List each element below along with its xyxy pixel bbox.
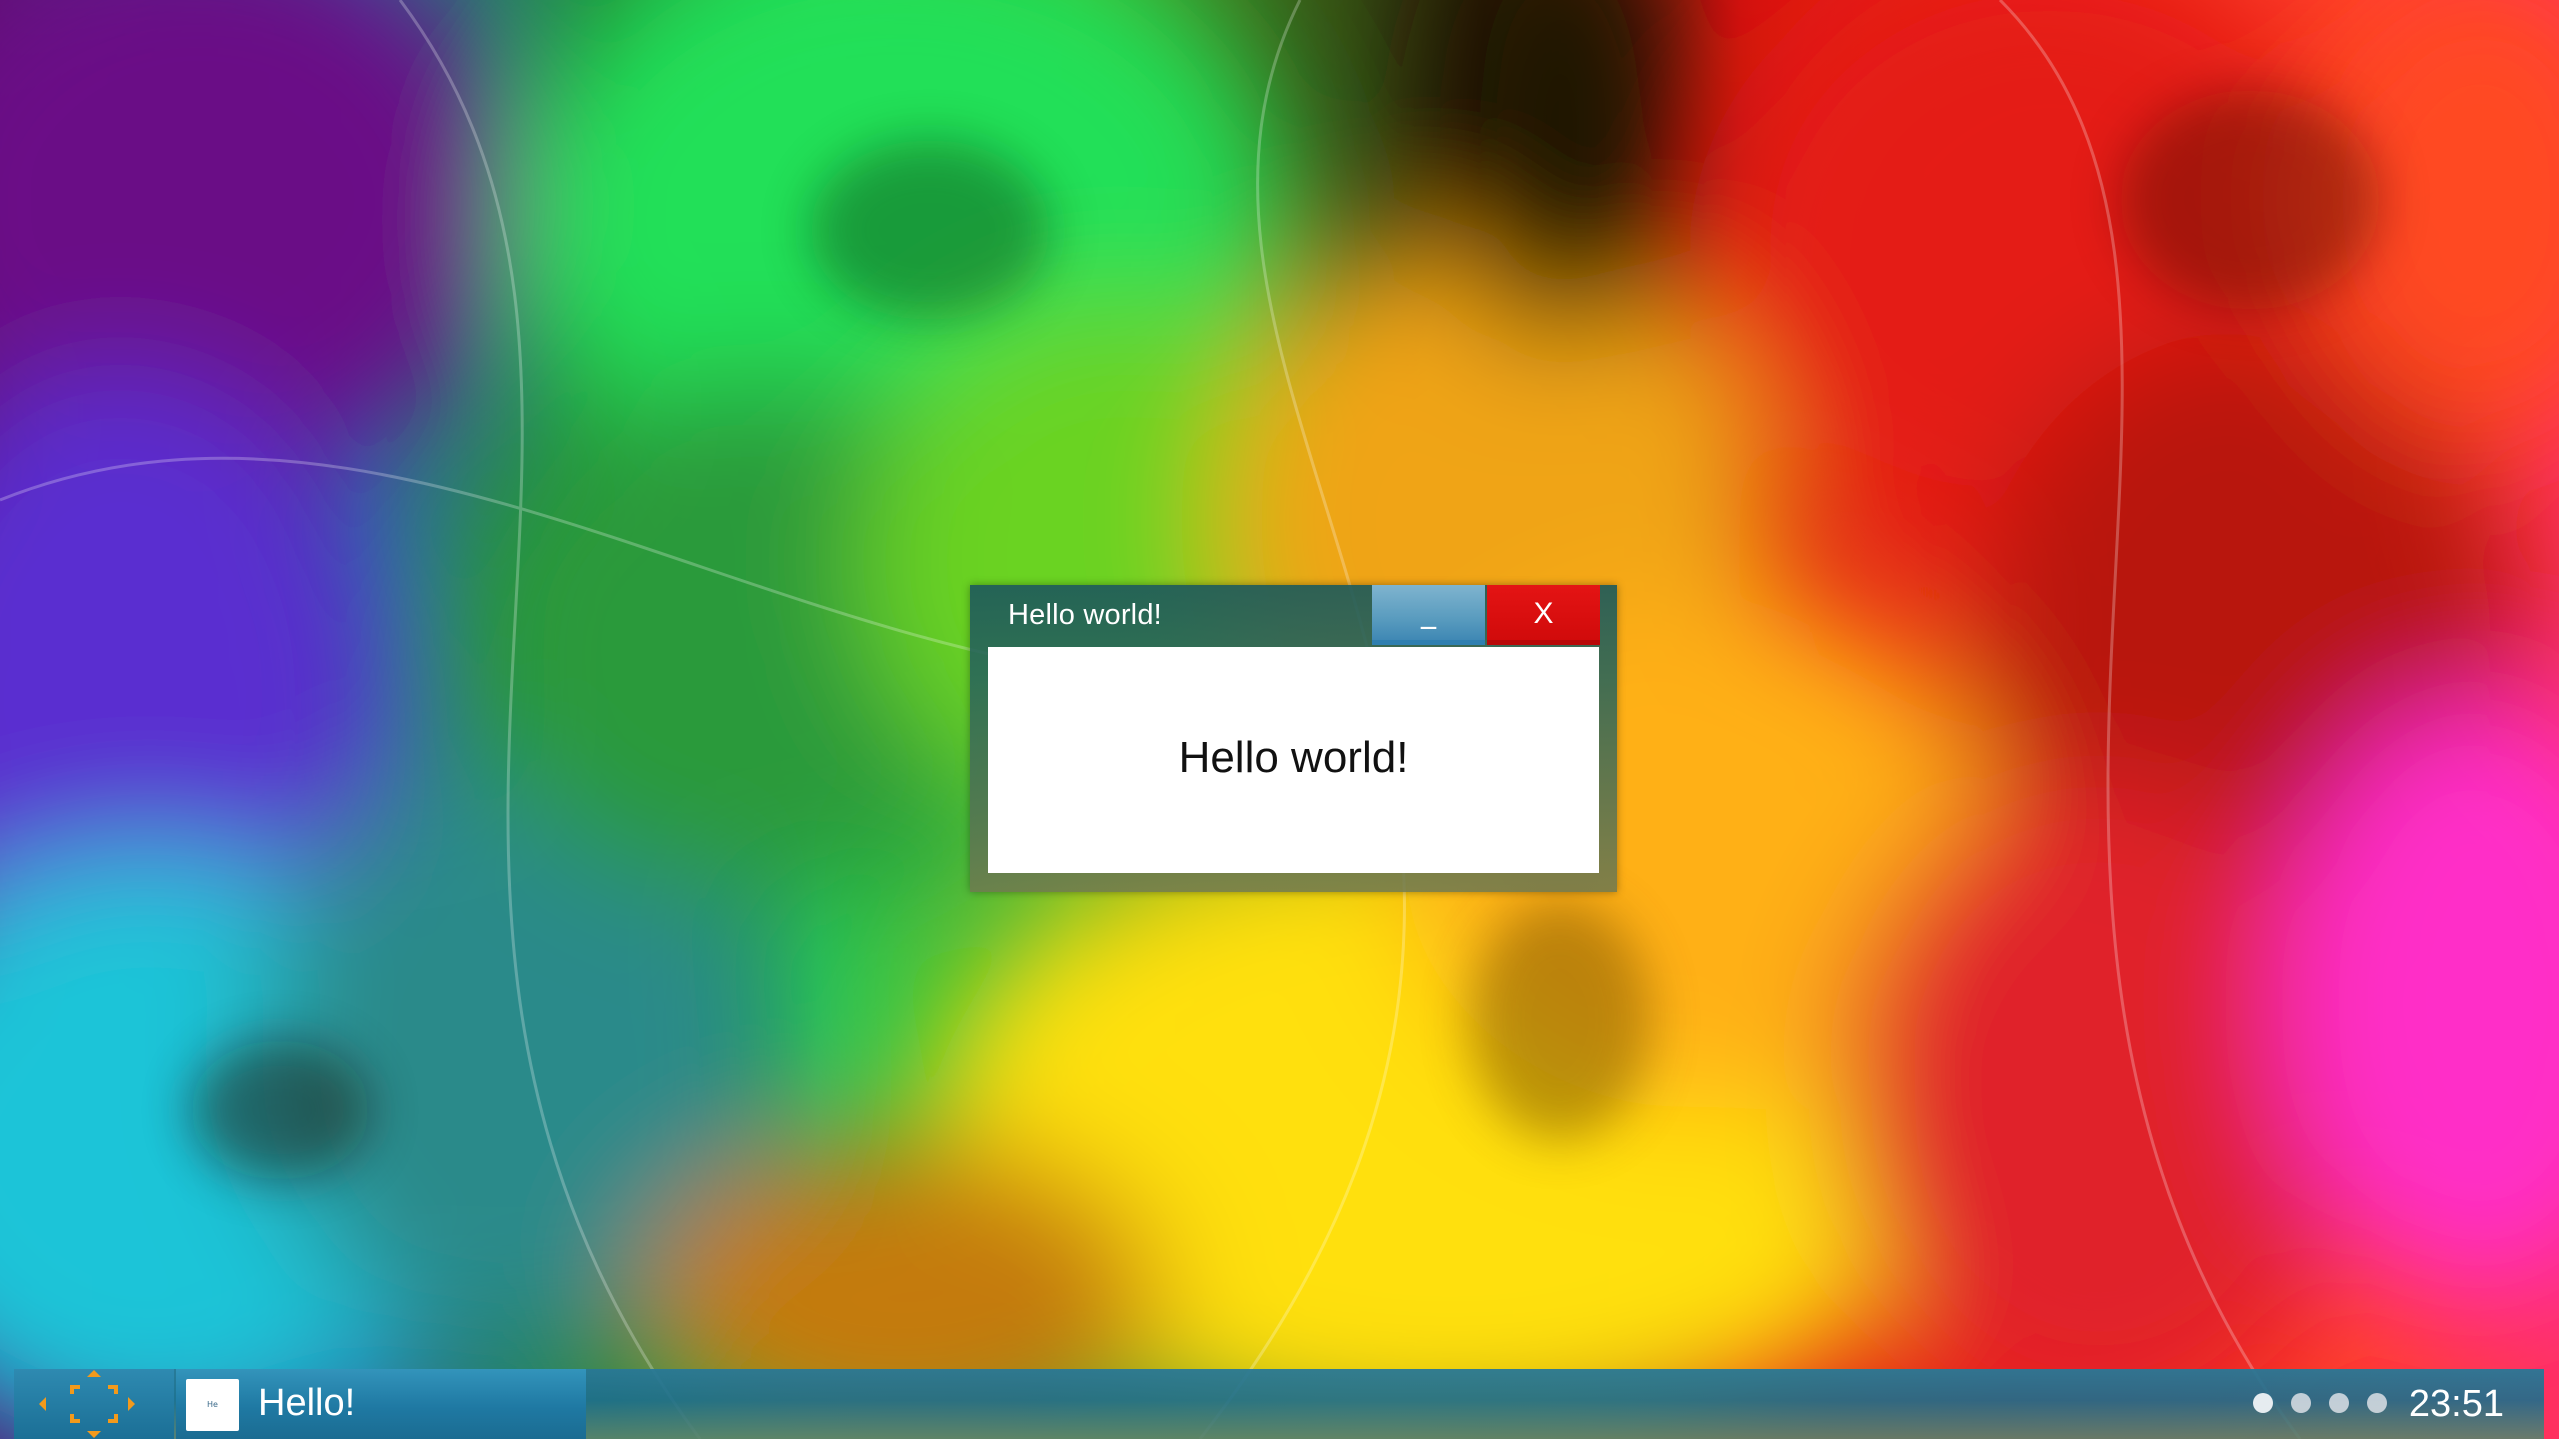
taskbar: He Hello! 23:51: [14, 1369, 2544, 1439]
workspace-dot-2[interactable]: [2291, 1393, 2311, 1413]
window-content: Hello world!: [988, 647, 1599, 873]
workspace-dot-4[interactable]: [2367, 1393, 2387, 1413]
workspace-dot-3[interactable]: [2329, 1393, 2349, 1413]
workspace-dot-1[interactable]: [2253, 1393, 2273, 1413]
minimize-button[interactable]: _: [1372, 585, 1485, 645]
clock[interactable]: 23:51: [2409, 1383, 2504, 1426]
taskbar-item-hello[interactable]: He Hello!: [176, 1369, 586, 1439]
start-button[interactable]: [14, 1369, 174, 1439]
close-button[interactable]: X: [1487, 585, 1600, 645]
window-title: Hello world!: [1008, 599, 1162, 631]
window-thumbnail: He: [186, 1379, 239, 1431]
desktop[interactable]: Hello world! _ X Hello world! He Hello! …: [0, 0, 2559, 1439]
taskbar-item-label: Hello!: [258, 1382, 356, 1424]
hello-window[interactable]: Hello world! _ X Hello world!: [970, 585, 1617, 892]
move-arrows-icon: [39, 1370, 135, 1438]
window-message: Hello world!: [1178, 733, 1409, 782]
